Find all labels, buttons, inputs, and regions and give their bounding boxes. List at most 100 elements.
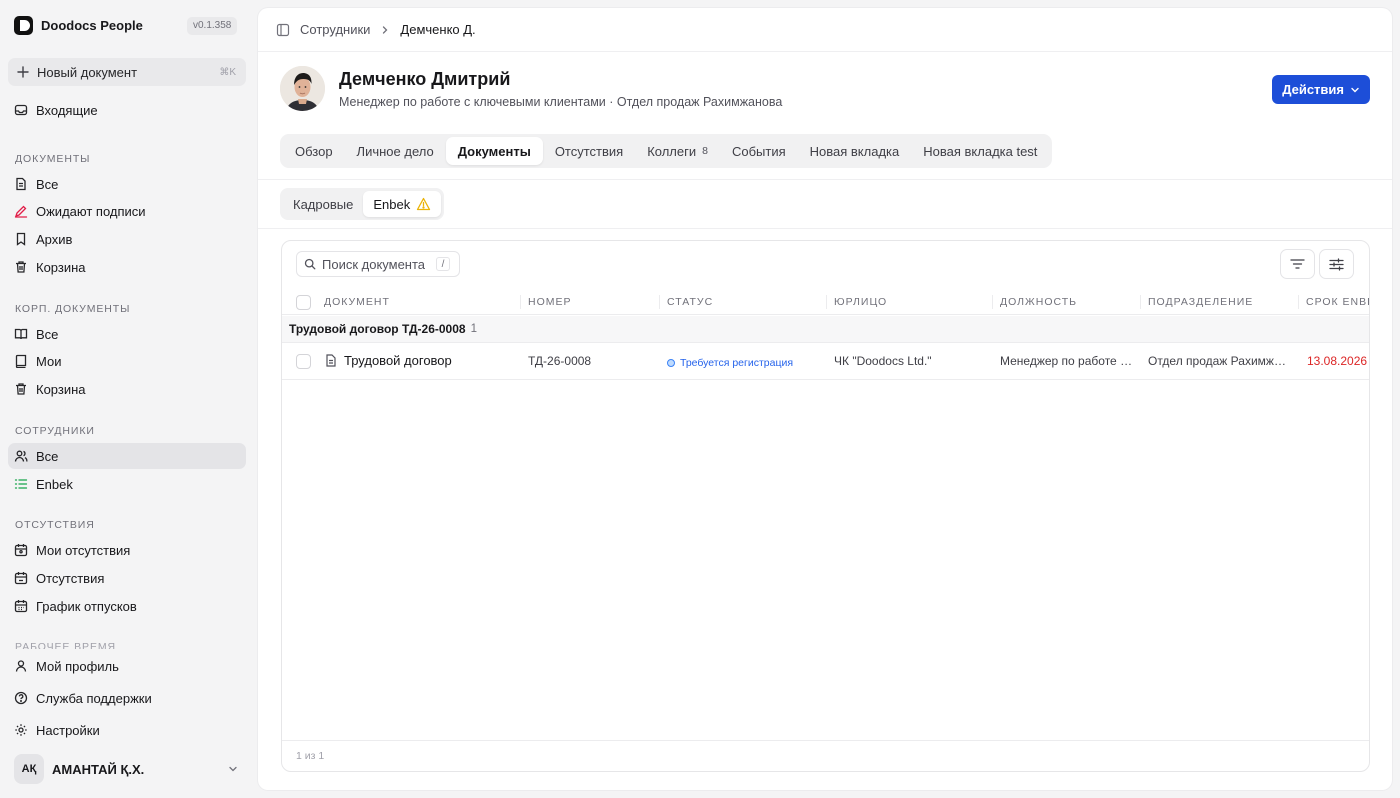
brand[interactable]: Doodocs People [14, 16, 143, 35]
column-header-position[interactable]: ДОЛЖНОСТЬ [1000, 296, 1077, 308]
sidebar-item-label: Служба поддержки [36, 690, 152, 706]
tab-new[interactable]: Новая вкладка [798, 137, 912, 165]
tab-events[interactable]: События [720, 137, 798, 165]
column-divider[interactable] [992, 295, 993, 309]
tab-personal-file[interactable]: Личное дело [345, 137, 446, 165]
inbox-icon [14, 103, 28, 117]
sidebar-item-label: Все [36, 326, 59, 342]
help-circle-icon [14, 691, 28, 705]
status-text: Требуется регистрация [680, 357, 794, 369]
new-document-label: Новый документ [37, 64, 138, 80]
table-header: ДОКУМЕНТ НОМЕР СТАТУС ЮРЛИЦО ДОЛЖНОСТЬ П… [282, 289, 1369, 315]
subtab-hr[interactable]: Кадровые [283, 191, 363, 217]
avatar: AҚ [14, 754, 44, 784]
sidebar-item-docs-all[interactable]: Все [8, 171, 246, 197]
document-link[interactable]: Трудовой договор [325, 353, 452, 368]
plus-icon [17, 66, 29, 78]
column-header-status[interactable]: СТАТУС [667, 296, 713, 308]
calendar-grid-icon [14, 599, 28, 613]
divider [258, 179, 1392, 180]
sidebar-item-label: Корзина [36, 381, 86, 397]
documents-table: / ДОКУМЕНТ НОМЕР СТАТУС ЮРЛИЦО ДОЛЖНОСТЬ… [281, 240, 1370, 772]
column-divider[interactable] [1298, 295, 1299, 309]
actions-button[interactable]: Действия [1272, 75, 1370, 104]
sidebar-item-corp-trash[interactable]: Корзина [8, 376, 246, 402]
chevron-down-icon [1350, 85, 1360, 95]
sidebar-item-label: Архив [36, 231, 73, 247]
sidebar-item-label: Мои [36, 353, 62, 369]
tab-label: Отсутствия [554, 143, 624, 159]
column-divider[interactable] [659, 295, 660, 309]
document-name: Трудовой договор [344, 353, 452, 368]
column-header-enbek-deadline[interactable]: СРОК ENBEK [1306, 296, 1369, 308]
count-badge: 8 [702, 145, 708, 157]
bookmark-icon [14, 232, 28, 246]
table-row[interactable]: Трудовой договор ТД-26-0008 Требуется ре… [282, 343, 1369, 380]
sidebar-item-label: Все [36, 448, 59, 464]
sidebar-item-my-profile[interactable]: Мой профиль [8, 653, 246, 679]
tab-label: Обзор [295, 143, 333, 159]
sidebar-item-employees-all[interactable]: Все [8, 443, 246, 469]
book-icon [14, 354, 28, 368]
column-header-number[interactable]: НОМЕР [528, 296, 572, 308]
column-header-department[interactable]: ПОДРАЗДЕЛЕНИЕ [1148, 296, 1253, 308]
warning-icon [416, 197, 431, 211]
divider [258, 228, 1392, 229]
sidebar-item-my-absences[interactable]: Мои отсутствия [8, 537, 246, 563]
list-icon [14, 477, 28, 491]
sidebar-item-label: Отсутствия [36, 570, 105, 586]
section-title-corp-documents: КОРП. ДОКУМЕНТЫ [15, 303, 131, 315]
search-icon [304, 258, 316, 270]
chevron-down-icon [228, 764, 238, 774]
document-subtabs: Кадровые Enbek [280, 188, 445, 220]
search-field[interactable]: / [296, 251, 460, 277]
sidebar-item-awaiting-signature[interactable]: Ожидают подписи [8, 198, 246, 224]
version-badge: v0.1.358 [187, 17, 238, 35]
search-input[interactable] [322, 256, 430, 272]
column-divider[interactable] [520, 295, 521, 309]
employee-name: Демченко Дмитрий [339, 68, 511, 89]
row-checkbox[interactable] [296, 354, 311, 369]
table-group-row[interactable]: Трудовой договор ТД-26-0008 1 [282, 316, 1369, 343]
filter-button[interactable] [1280, 249, 1315, 279]
column-divider[interactable] [1140, 295, 1141, 309]
tab-absences[interactable]: Отсутствия [543, 137, 635, 165]
user-menu[interactable]: AҚ АМАНТАЙ Қ.Х. [8, 754, 246, 784]
sidebar-toggle-icon[interactable] [276, 23, 290, 37]
column-divider[interactable] [826, 295, 827, 309]
tab-label: Коллеги [647, 143, 697, 159]
section-title-work-time: РАБОЧЕЕ ВРЕМЯ [15, 641, 116, 649]
sidebar-item-label: Все [36, 176, 59, 192]
sidebar-item-vacation-schedule[interactable]: График отпусков [8, 593, 246, 619]
sidebar-item-label: Enbek [36, 476, 73, 492]
sidebar-item-label: Корзина [36, 259, 86, 275]
column-settings-button[interactable] [1319, 249, 1354, 279]
employee-info: Демченко Дмитрий Менеджер по работе с кл… [339, 69, 782, 109]
section-title-absences: ОТСУТСТВИЯ [15, 519, 95, 531]
divider [282, 740, 1369, 741]
new-document-button[interactable]: Новый документ ⌘K [8, 58, 246, 86]
section-title-employees: СОТРУДНИКИ [15, 425, 95, 437]
sidebar-item-docs-trash[interactable]: Корзина [8, 254, 246, 280]
tab-label: Новая вкладка test [923, 143, 1038, 159]
sidebar: Doodocs People v0.1.358 Новый документ ⌘… [0, 0, 258, 798]
sidebar-item-support[interactable]: Служба поддержки [8, 685, 246, 711]
tab-documents[interactable]: Документы [445, 137, 543, 165]
tab-overview[interactable]: Обзор [283, 137, 345, 165]
sidebar-item-enbek[interactable]: Enbek [8, 471, 246, 497]
tab-new-test[interactable]: Новая вкладка test [911, 137, 1049, 165]
select-all-checkbox[interactable] [296, 295, 311, 310]
sidebar-item-absences[interactable]: Отсутствия [8, 565, 246, 591]
subtab-enbek[interactable]: Enbek [363, 191, 442, 217]
filter-icon [1290, 258, 1305, 270]
sidebar-item-archive[interactable]: Архив [8, 226, 246, 252]
sidebar-item-settings[interactable]: Настройки [8, 717, 246, 743]
sidebar-item-corp-all[interactable]: Все [8, 321, 246, 347]
tab-colleagues[interactable]: Коллеги 8 [635, 137, 720, 165]
sidebar-item-inbox[interactable]: Входящие [8, 97, 246, 123]
column-header-document[interactable]: ДОКУМЕНТ [324, 296, 390, 308]
tab-label: Личное дело [356, 143, 434, 159]
sidebar-item-corp-mine[interactable]: Мои [8, 348, 246, 374]
breadcrumb-employees[interactable]: Сотрудники [300, 22, 370, 37]
column-header-entity[interactable]: ЮРЛИЦО [834, 296, 887, 308]
